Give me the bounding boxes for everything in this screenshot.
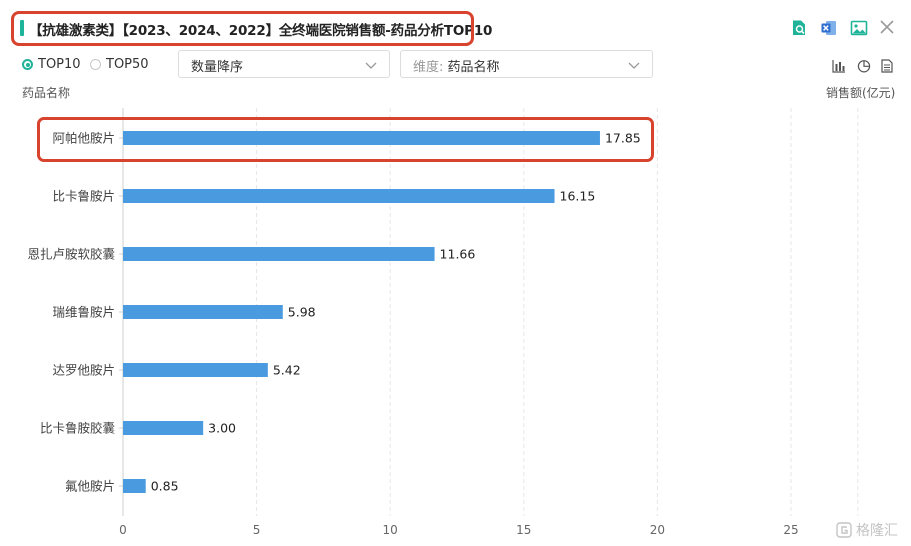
bar	[123, 421, 204, 435]
value-label: 0.85	[151, 479, 179, 494]
x-tick-label: 20	[650, 523, 665, 537]
bar	[123, 247, 435, 261]
category-label: 恩扎卢胺软胶囊	[27, 247, 115, 262]
bar	[123, 479, 146, 493]
category-label: 瑞维鲁胺片	[52, 305, 115, 320]
bar	[123, 189, 555, 203]
value-label: 11.66	[440, 247, 476, 262]
value-label: 16.15	[560, 189, 596, 204]
category-label: 比卡鲁胺胶囊	[40, 421, 115, 436]
bar	[123, 363, 268, 377]
category-label: 比卡鲁胺片	[52, 189, 115, 204]
bar	[123, 305, 283, 319]
watermark-logo-icon	[836, 522, 852, 538]
x-tick-label: 15	[516, 523, 531, 537]
x-tick-label: 25	[783, 523, 798, 537]
watermark-text: 格隆汇	[856, 523, 898, 539]
watermark: 格隆汇	[836, 520, 898, 540]
value-label: 5.98	[288, 305, 316, 320]
value-label: 5.42	[273, 363, 301, 378]
chart-panel: 【抗雄激素类】【2023、2024、2022】全终端医院销售额-药品分析TOP1…	[0, 0, 911, 546]
top-bar-highlight-box	[37, 117, 654, 162]
category-label: 达罗他胺片	[52, 363, 115, 378]
value-label: 3.00	[208, 421, 236, 436]
x-tick-label: 5	[253, 523, 261, 537]
x-tick-label: 10	[383, 523, 398, 537]
category-label: 氟他胺片	[65, 479, 115, 494]
bar-chart: 0 5 10 15 20 25阿帕他胺片 17.85比卡鲁胺片 16.15恩扎卢胺软胶囊 11.…	[27, 108, 859, 537]
x-tick-label: 0	[119, 523, 127, 537]
